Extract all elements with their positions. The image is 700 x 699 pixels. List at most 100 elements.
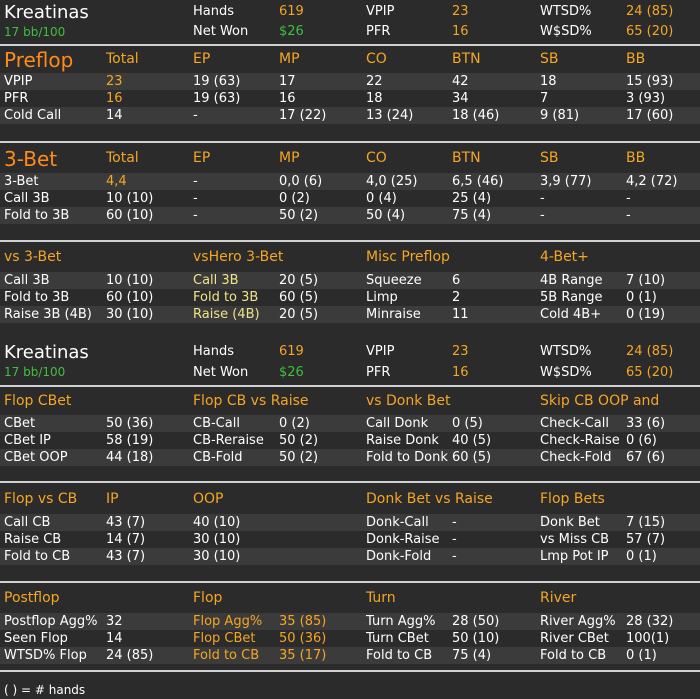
row-label: 5B Range [540, 290, 603, 305]
cell: 6,5 (46) [452, 174, 504, 189]
wsd-label: W$SD% [540, 365, 592, 380]
row-highlight [0, 73, 700, 90]
row-label: Check-Fold [540, 450, 612, 465]
cell: 9 (81) [540, 108, 580, 123]
row-label: Raise 3B (4B) [4, 307, 92, 322]
cell: 0 (6) [626, 433, 657, 448]
section-title: 4-Bet+ [540, 249, 589, 265]
row-label: Fold to CB [193, 648, 260, 663]
col-header: IP [106, 491, 119, 507]
divider [0, 481, 700, 483]
cell: - [193, 174, 198, 189]
row-label: Cold 4B+ [540, 307, 602, 322]
row-label: Postflop Agg% [4, 614, 98, 629]
section-title: Flop CB vs Raise [193, 393, 309, 409]
col-header: MP [279, 150, 300, 166]
row-label: River CBet [540, 631, 609, 646]
cell: 13 (24) [366, 108, 414, 123]
col-header: OOP [193, 491, 224, 507]
cell: 3,9 (77) [540, 174, 592, 189]
row-label: Call Donk [366, 416, 429, 431]
cell: 7 (10) [626, 273, 666, 288]
pfr-value: 16 [452, 24, 469, 39]
cell: 33 (6) [626, 416, 666, 431]
row-label: Turn CBet [366, 631, 429, 646]
cell: 0 (2) [279, 191, 310, 206]
cell: 10 (10) [106, 191, 154, 206]
section-title: Misc Preflop [366, 249, 450, 265]
row-label: PFR [4, 91, 29, 106]
cell: 23 [106, 74, 123, 89]
cell: - [193, 108, 198, 123]
cell: 14 [106, 108, 123, 123]
row-label: 3-Bet [4, 174, 39, 189]
pfr-value: 16 [452, 365, 469, 380]
col-header: EP [193, 150, 211, 166]
cell: 4,4 [106, 174, 127, 189]
cell: 42 [452, 74, 469, 89]
cell: 50 (36) [279, 631, 327, 646]
section-title: Skip CB OOP and [540, 393, 660, 409]
cell: 60 (5) [452, 450, 492, 465]
row-label: Check-Call [540, 416, 609, 431]
cell: 11 [452, 307, 469, 322]
row-label: WTSD% Flop [4, 648, 87, 663]
row-highlight [0, 173, 700, 190]
section-title: vsHero 3-Bet [193, 249, 284, 265]
cell: 58 (19) [106, 433, 154, 448]
divider [0, 141, 700, 143]
row-label: Raise Donk [366, 433, 439, 448]
cell: 2 [452, 290, 461, 305]
divider [0, 44, 700, 46]
row-highlight [0, 107, 700, 124]
cell: 50 (2) [279, 208, 319, 223]
cell: 20 (5) [279, 307, 319, 322]
cell: 28 (50) [452, 614, 500, 629]
row-label: Seen Flop [4, 631, 68, 646]
cell: 75 (4) [452, 648, 492, 663]
col-header: SB [540, 150, 559, 166]
row-label: Call 3B [4, 273, 50, 288]
cell: 0 (1) [626, 549, 657, 564]
cell: 18 [540, 74, 557, 89]
cell: 14 [106, 631, 123, 646]
section-title: Flop vs CB [4, 491, 78, 507]
cell: 60 (10) [106, 208, 154, 223]
vpip-label: VPIP [366, 4, 395, 19]
cell: - [452, 549, 457, 564]
cell: 40 (5) [452, 433, 492, 448]
row-label: CBet IP [4, 433, 51, 448]
cell: 14 (7) [106, 532, 146, 547]
row-label: Fold to CB [540, 648, 607, 663]
cell: 0 (1) [626, 290, 657, 305]
cell: 22 [366, 74, 383, 89]
section-title: Donk Bet vs Raise [366, 491, 493, 507]
cell: 43 (7) [106, 549, 146, 564]
netwon-value: $26 [279, 24, 304, 39]
row-label: 4B Range [540, 273, 603, 288]
cell: 28 (32) [626, 614, 674, 629]
wtsd-value: 24 (85) [626, 4, 674, 19]
cell: 24 (85) [106, 648, 154, 663]
player-name: Kreatinas [4, 342, 89, 363]
row-label: Call 3B [193, 273, 239, 288]
wtsd-value: 24 (85) [626, 344, 674, 359]
row-label: Donk-Call [366, 515, 429, 530]
divider [0, 240, 700, 242]
cell: 30 (10) [193, 532, 241, 547]
cell: 17 (60) [626, 108, 674, 123]
row-label: Squeeze [366, 273, 422, 288]
cell: 34 [452, 91, 469, 106]
hands-label: Hands [193, 344, 235, 359]
section-title: Flop CBet [4, 393, 72, 409]
row-highlight [0, 207, 700, 224]
row-label: Cold Call [4, 108, 62, 123]
row-label: Fold to 3B [193, 290, 259, 305]
row-label: Check-Raise [540, 433, 620, 448]
wsd-value: 65 (20) [626, 24, 674, 39]
cell: 16 [106, 91, 123, 106]
cell: 30 (10) [193, 549, 241, 564]
cell: 60 (10) [106, 290, 154, 305]
row-label: Flop CBet [193, 631, 256, 646]
cell: 17 (22) [279, 108, 327, 123]
